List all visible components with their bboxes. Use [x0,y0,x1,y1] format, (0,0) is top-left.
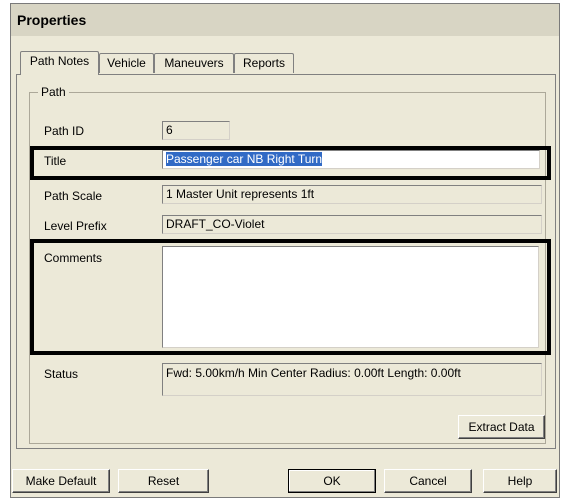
path-scale-label: Path Scale [44,189,103,203]
title-input-text: Passenger car NB Right Turn [166,152,323,166]
tab-strip: Path Notes Vehicle Maneuvers Reports [11,51,559,75]
path-notes-panel: Path Path ID 6 Title Passenger car NB Ri… [16,74,556,449]
cancel-button[interactable]: Cancel [384,469,472,493]
tab-path-notes[interactable]: Path Notes [20,51,99,75]
path-id-label: Path ID [44,124,85,138]
ok-button[interactable]: OK [288,469,376,493]
status-field: Fwd: 5.00km/h Min Center Radius: 0.00ft … [162,363,542,396]
reset-button[interactable]: Reset [118,469,209,493]
comments-textarea[interactable] [162,246,539,348]
tab-vehicle[interactable]: Vehicle [99,53,154,73]
level-prefix-field: DRAFT_CO-Violet [162,215,542,234]
properties-dialog: Properties Path Notes Vehicle Maneuvers … [10,3,560,498]
tab-maneuvers[interactable]: Maneuvers [154,53,234,73]
title-input[interactable]: Passenger car NB Right Turn [162,150,540,169]
path-group-label: Path [38,85,69,99]
path-id-field: 6 [162,121,230,140]
extract-data-button[interactable]: Extract Data [458,415,545,439]
path-scale-field: 1 Master Unit represents 1ft [162,185,542,204]
level-prefix-label: Level Prefix [44,219,107,233]
dialog-title: Properties [17,12,87,28]
help-button[interactable]: Help [483,469,557,493]
comments-label: Comments [44,251,103,265]
make-default-button[interactable]: Make Default [12,469,110,493]
status-label: Status [44,367,79,381]
title-label: Title [44,154,67,168]
title-bar[interactable]: Properties [11,4,559,36]
tab-reports[interactable]: Reports [234,53,294,73]
